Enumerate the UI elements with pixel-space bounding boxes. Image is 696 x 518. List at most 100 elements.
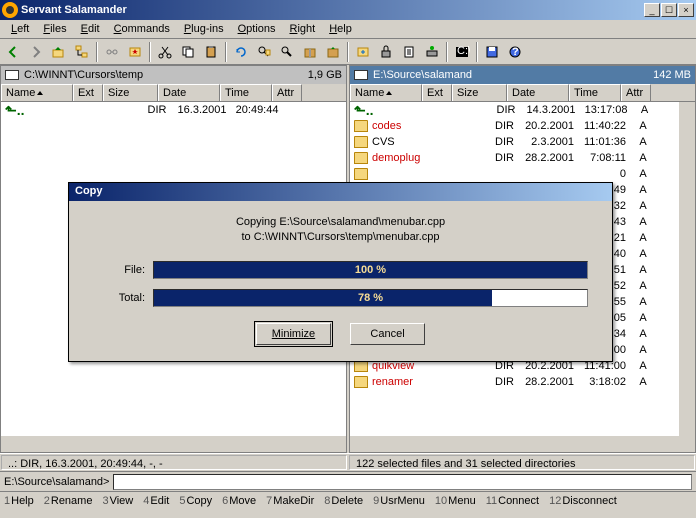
file-time: 7:08:11: [578, 152, 630, 164]
close-button[interactable]: ×: [678, 3, 694, 17]
paste-button[interactable]: [200, 41, 222, 63]
save-pos-button[interactable]: [481, 41, 503, 63]
fkey-edit[interactable]: 4Edit: [143, 495, 169, 507]
total-label: Total:: [93, 292, 153, 304]
folder-icon: [354, 376, 368, 388]
folder-icon: [354, 152, 368, 164]
table-row[interactable]: codesDIR20.2.200111:40:22A: [350, 118, 695, 134]
fkey-disconnect[interactable]: 12Disconnect: [549, 495, 617, 507]
file-attr: A: [630, 280, 656, 292]
col-ext[interactable]: Ext: [73, 84, 103, 101]
favorites-button[interactable]: [124, 41, 146, 63]
file-size: DIR: [466, 136, 520, 148]
up-button[interactable]: [48, 41, 70, 63]
folder-icon: [354, 120, 368, 132]
maximize-button[interactable]: ☐: [661, 3, 677, 17]
menu-plug-ins[interactable]: Plug-ins: [177, 21, 231, 37]
cancel-button[interactable]: Cancel: [350, 323, 425, 345]
link-button[interactable]: [101, 41, 123, 63]
menu-options[interactable]: Options: [231, 21, 283, 37]
col-name[interactable]: Name: [1, 84, 73, 101]
menu-right[interactable]: Right: [283, 21, 323, 37]
col-time[interactable]: Time: [220, 84, 272, 101]
total-progress-row: Total: 78 %: [93, 289, 588, 307]
updir-row[interactable]: ⬑..DIR16.3.200120:49:44: [1, 102, 346, 118]
drive-icon: [5, 70, 19, 80]
table-row[interactable]: demoplugDIR28.2.20017:08:11A: [350, 150, 695, 166]
fkey-rename[interactable]: 2Rename: [44, 495, 93, 507]
file-attr: A: [630, 168, 656, 180]
help-button[interactable]: ?: [504, 41, 526, 63]
file-attr: A: [630, 216, 656, 228]
col-attr[interactable]: Attr: [272, 84, 302, 101]
right-pathbar[interactable]: E:\Source\salamand 142 MB: [350, 66, 695, 84]
menu-commands[interactable]: Commands: [107, 21, 177, 37]
view-button[interactable]: [276, 41, 298, 63]
copy-info: Copying E:\Source\salamand\menubar.cpp t…: [93, 215, 588, 245]
copy-dest: to C:\WINNT\Cursors\temp\menubar.cpp: [93, 230, 588, 245]
file-attr: A: [630, 312, 656, 324]
scrollbar-h[interactable]: [350, 436, 679, 452]
minimize-button[interactable]: Minimize: [256, 323, 331, 345]
toolbar-sep: [96, 42, 98, 62]
permissions-button[interactable]: [375, 41, 397, 63]
col-attr[interactable]: Attr: [621, 84, 651, 101]
menu-help[interactable]: Help: [322, 21, 359, 37]
properties-button[interactable]: [398, 41, 420, 63]
cmd-button[interactable]: C:\: [451, 41, 473, 63]
col-name[interactable]: Name: [350, 84, 422, 101]
copy-button[interactable]: [177, 41, 199, 63]
col-time[interactable]: Time: [569, 84, 621, 101]
svg-text:?: ?: [512, 46, 519, 58]
refresh-button[interactable]: [230, 41, 252, 63]
fkey-view[interactable]: 3View: [102, 495, 133, 507]
table-row[interactable]: renamerDIR28.2.20013:18:02A: [350, 374, 695, 390]
fkey-menu[interactable]: 10Menu: [435, 495, 476, 507]
right-columns: Name Ext Size Date Time Attr: [350, 84, 695, 102]
table-row[interactable]: CVSDIR2.3.200111:01:36A: [350, 134, 695, 150]
file-time: 11:01:36: [578, 136, 630, 148]
menu-edit[interactable]: Edit: [74, 21, 107, 37]
file-attr: A: [630, 360, 656, 372]
menu-left[interactable]: Left: [4, 21, 36, 37]
col-size[interactable]: Size: [103, 84, 158, 101]
scroll-corner: [330, 436, 346, 452]
find-button[interactable]: [253, 41, 275, 63]
fkey-connect[interactable]: 11Connect: [486, 495, 539, 507]
scrollbar-h[interactable]: [1, 436, 330, 452]
back-button[interactable]: [2, 41, 24, 63]
left-pathbar[interactable]: C:\WINNT\Cursors\temp 1,9 GB: [1, 66, 346, 84]
fkey-help[interactable]: 1Help: [4, 495, 34, 507]
zip-button[interactable]: [299, 41, 321, 63]
unzip-button[interactable]: [322, 41, 344, 63]
col-ext[interactable]: Ext: [422, 84, 452, 101]
menu-files[interactable]: Files: [36, 21, 73, 37]
forward-button[interactable]: [25, 41, 47, 63]
right-path: E:\Source\salamand: [373, 69, 653, 81]
copy-dialog: Copy Copying E:\Source\salamand\menubar.…: [68, 182, 613, 362]
cut-button[interactable]: [154, 41, 176, 63]
col-date[interactable]: Date: [158, 84, 220, 101]
fkey-usrmenu[interactable]: 9UsrMenu: [373, 495, 425, 507]
file-attr: A: [630, 344, 656, 356]
share-button[interactable]: [352, 41, 374, 63]
fkey-delete[interactable]: 8Delete: [324, 495, 363, 507]
toolbar-sep: [476, 42, 478, 62]
copy-source: Copying E:\Source\salamand\menubar.cpp: [93, 215, 588, 230]
updir-row[interactable]: ⬑..DIR14.3.200113:17:08A: [350, 102, 695, 118]
minimize-button[interactable]: _: [644, 3, 660, 17]
col-size[interactable]: Size: [452, 84, 507, 101]
fkey-move[interactable]: 6Move: [222, 495, 256, 507]
left-status: ..: DIR, 16.3.2001, 20:49:44, -, -: [1, 455, 347, 470]
scrollbar-v[interactable]: [679, 102, 695, 436]
fkey-makedir[interactable]: 7MakeDir: [266, 495, 314, 507]
file-date: 20.2.2001: [520, 120, 578, 132]
connect-button[interactable]: [421, 41, 443, 63]
toolbar: C:\ ?: [0, 39, 696, 65]
cmd-input[interactable]: [113, 474, 692, 490]
fkey-copy[interactable]: 5Copy: [179, 495, 212, 507]
col-date[interactable]: Date: [507, 84, 569, 101]
file-date: 28.2.2001: [520, 152, 578, 164]
table-row[interactable]: 0A: [350, 166, 695, 182]
tree-button[interactable]: [71, 41, 93, 63]
